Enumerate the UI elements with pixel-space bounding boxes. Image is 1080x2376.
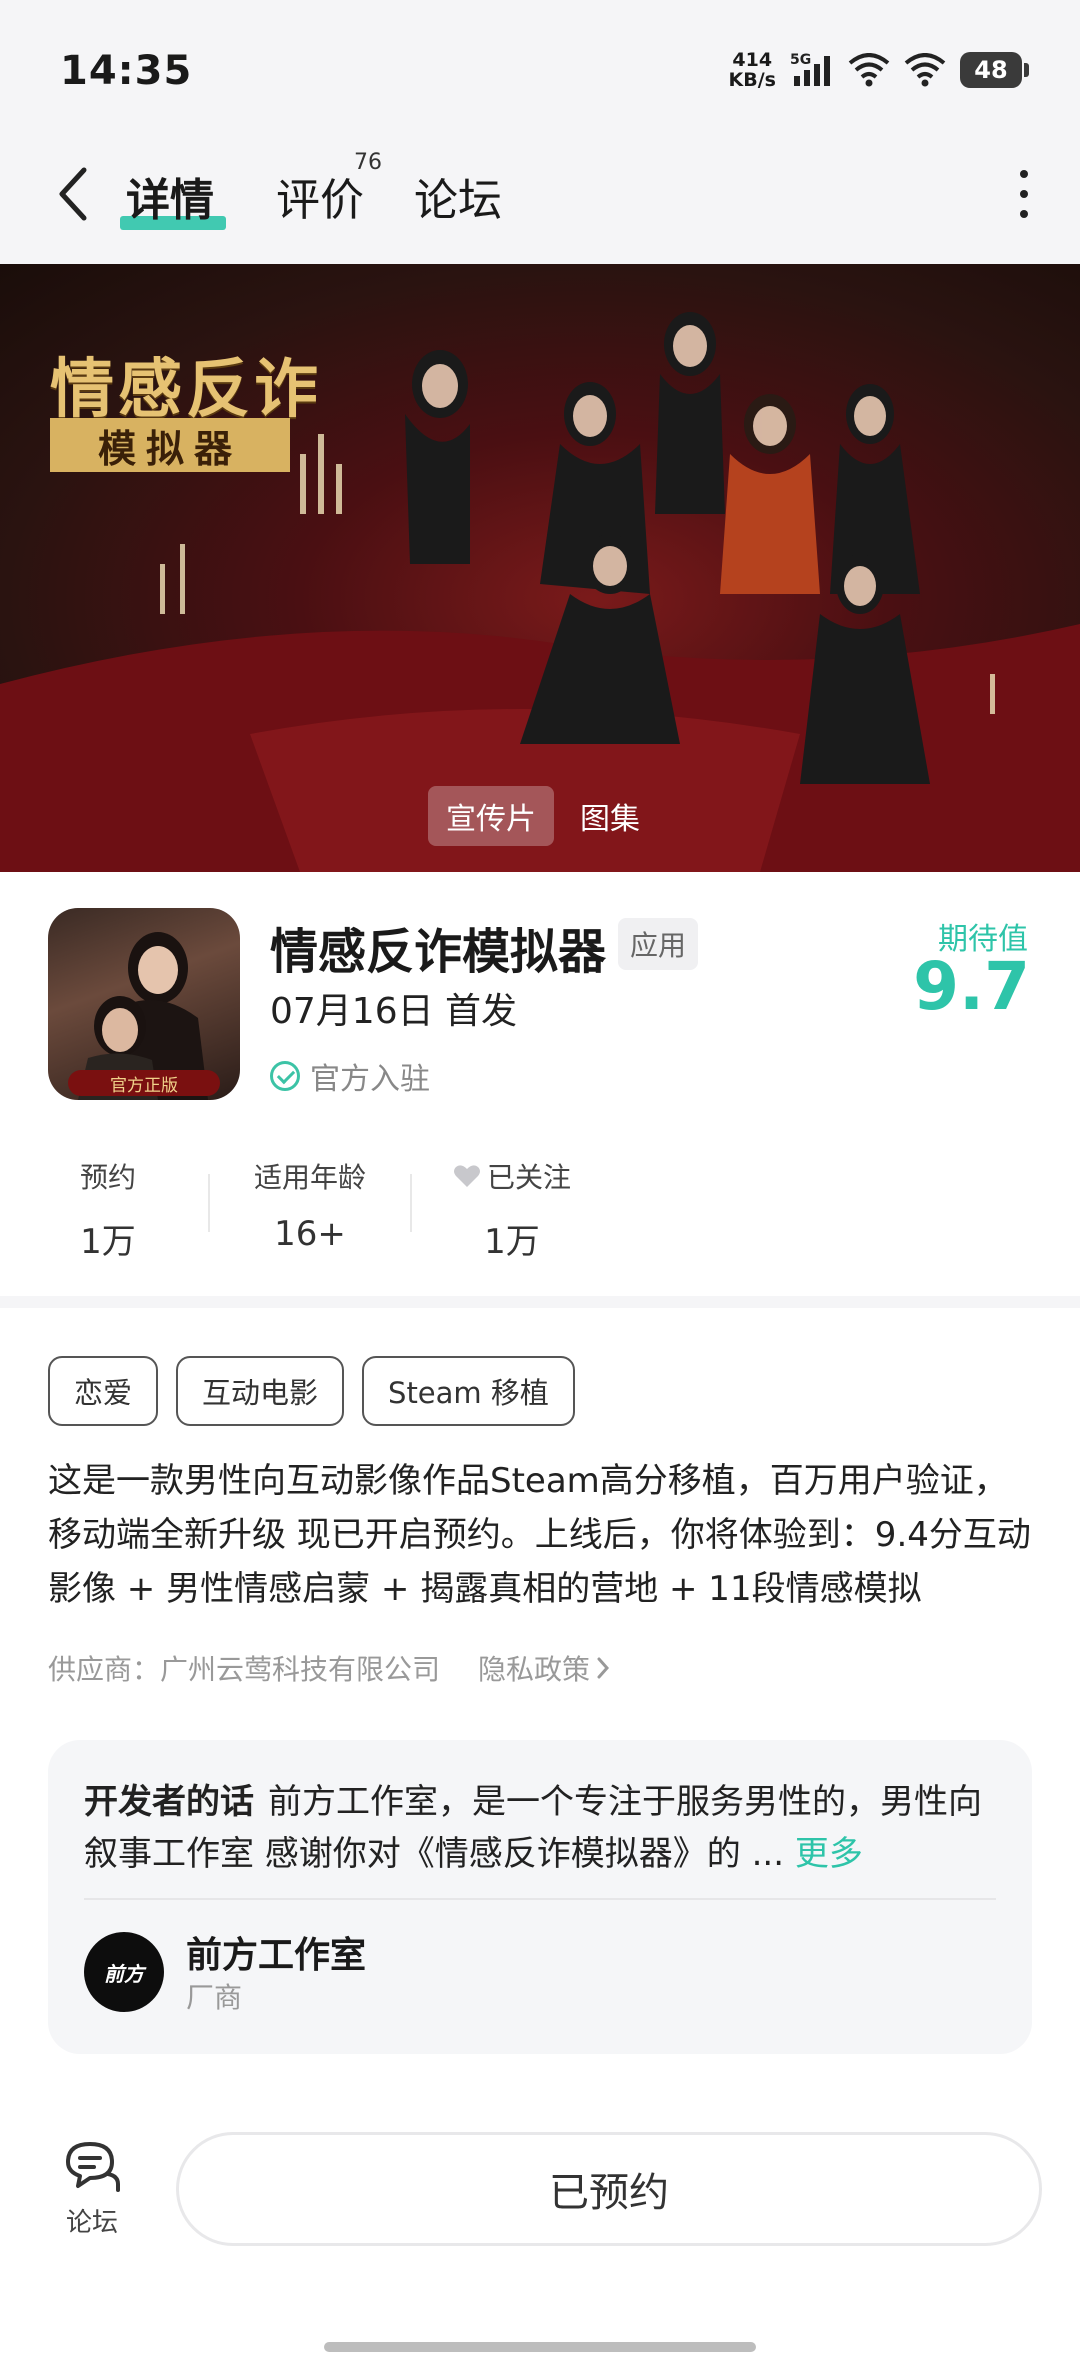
more-dot: [1020, 210, 1028, 218]
net-speed-value: 414: [732, 49, 773, 71]
developer-name[interactable]: 前方工作室: [186, 1926, 366, 1978]
tag-chip[interactable]: 互动电影: [176, 1356, 345, 1426]
stat-label: 适用年龄: [253, 1161, 366, 1194]
official-verified: 官方入驻: [270, 1054, 430, 1098]
stat-reservations: 预约 1万: [48, 1156, 168, 1263]
top-navigation: 详情 评价 76 论坛: [0, 150, 1080, 240]
banner-title: 情感反诈: [50, 352, 322, 427]
developer-role: 厂商: [186, 1981, 243, 2014]
stat-age-rating: 适用年龄 16+: [250, 1156, 370, 1254]
forum-button[interactable]: 论坛: [56, 2140, 128, 2239]
official-label: 官方入驻: [310, 1062, 430, 1097]
more-dot: [1020, 190, 1028, 198]
promo-banner[interactable]: 情感反诈 模拟器 宣传片 图集: [0, 264, 1080, 872]
stat-label: 预约: [79, 1161, 136, 1194]
network-type: 5G: [790, 52, 811, 68]
promo-video-tab[interactable]: 宣传片: [428, 786, 554, 846]
verified-check-icon: [270, 1061, 300, 1091]
chevron-right-icon: [597, 1657, 610, 1679]
developer-message[interactable]: 开发者的话 前方工作室，是一个专注于服务男性的，男性向叙事工作室 感谢你对《情感反…: [84, 1776, 996, 1880]
media-toggle: 宣传片 图集: [428, 786, 658, 846]
net-speed-unit: KB/s: [728, 69, 776, 91]
privacy-policy-link[interactable]: 隐私政策: [478, 1648, 610, 1688]
app-name: 情感反诈模拟器: [270, 924, 607, 980]
stat-value: 1万: [80, 1222, 136, 1262]
expectation-score: 9.7: [913, 948, 1030, 1025]
forum-label: 论坛: [65, 2208, 118, 2238]
more-dot: [1020, 170, 1028, 178]
supplier-row: 供应商：广州云莺科技有限公司 隐私政策: [48, 1648, 610, 1688]
release-date: 07月16日 首发: [270, 991, 518, 1032]
developer-card: 开发者的话 前方工作室，是一个专注于服务男性的，男性向叙事工作室 感谢你对《情感反…: [48, 1740, 1032, 2054]
status-time: 14:35: [60, 48, 193, 94]
back-arrow-icon[interactable]: [52, 164, 96, 224]
developer-heading: 开发者的话: [84, 1782, 254, 1822]
banner-subtitle: 模拟器: [50, 418, 290, 472]
reviews-count-badge: 76: [354, 150, 382, 175]
chat-bubble-icon: [66, 2142, 120, 2192]
home-indicator[interactable]: [324, 2342, 756, 2352]
section-separator: [0, 1296, 1080, 1308]
supplier-text: 供应商：广州云莺科技有限公司: [48, 1653, 441, 1686]
tab-forum[interactable]: 论坛: [414, 164, 502, 228]
app-detail-page: 14:35 414 KB/s 5G 48 详情 评价 76 论坛 情感反诈 模拟…: [0, 0, 1080, 2376]
tab-details[interactable]: 详情: [126, 164, 214, 228]
app-description[interactable]: 这是一款男性向互动影像作品Steam高分移植，百万用户验证，移动端全新升级 现已…: [48, 1454, 1038, 1616]
more-options-icon[interactable]: [1012, 170, 1036, 218]
stats-row: 预约 1万 适用年龄 16+ 已关注 1万: [48, 1156, 572, 1263]
cellular-signal-icon: 5G: [790, 52, 830, 86]
divider: [410, 1174, 412, 1232]
gallery-tab[interactable]: 图集: [562, 786, 658, 846]
more-link[interactable]: 更多: [795, 1834, 863, 1874]
battery-icon: 48: [960, 52, 1029, 88]
status-icons: 414 KB/s 5G 48: [729, 50, 1029, 90]
wifi-icon: [848, 53, 890, 87]
official-edition-badge: 官方正版: [68, 1070, 220, 1096]
app-type-tag: 应用: [618, 918, 699, 970]
stat-label-follow: 已关注: [453, 1156, 571, 1196]
stat-value: 1万: [484, 1222, 540, 1262]
stat-label-text: 已关注: [486, 1161, 571, 1194]
wifi-icon-secondary: [904, 53, 946, 87]
genre-tags: 恋爱 互动电影 Steam 移植: [48, 1356, 575, 1426]
tag-chip[interactable]: Steam 移植: [362, 1356, 575, 1426]
tag-chip[interactable]: 恋爱: [48, 1356, 159, 1426]
divider: [84, 1898, 996, 1900]
stat-following[interactable]: 已关注 1万: [452, 1156, 572, 1263]
divider: [208, 1174, 210, 1232]
app-icon: 官方正版: [48, 908, 240, 1100]
developer-avatar[interactable]: 前方: [84, 1932, 164, 2012]
reserved-button[interactable]: 已预约: [176, 2132, 1042, 2246]
privacy-label: 隐私政策: [478, 1653, 591, 1686]
net-speed: 414 KB/s: [729, 50, 776, 90]
tab-reviews[interactable]: 评价: [276, 164, 364, 228]
heart-icon: [453, 1165, 480, 1187]
header-area: 14:35 414 KB/s 5G 48 详情 评价 76 论坛: [0, 0, 1080, 264]
stat-value: 16+: [274, 1214, 346, 1254]
